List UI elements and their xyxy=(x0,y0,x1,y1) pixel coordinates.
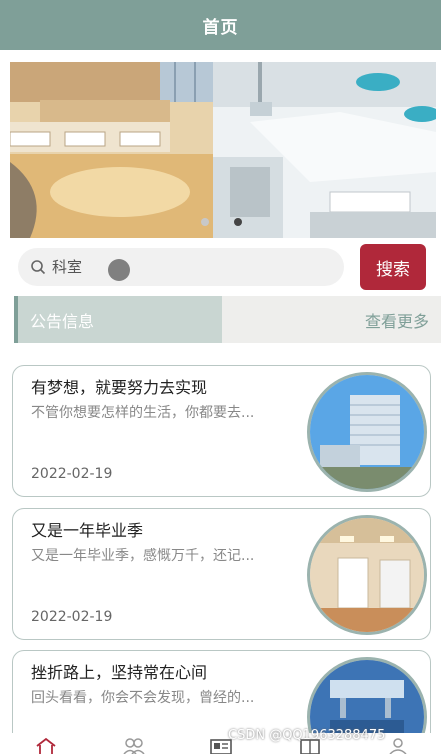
search-box[interactable] xyxy=(18,248,344,286)
touch-indicator xyxy=(108,259,130,281)
article-title: 挫折路上，坚持常在心间 xyxy=(31,663,208,682)
search-icon xyxy=(31,260,46,275)
search-input[interactable] xyxy=(52,258,252,276)
banner-image xyxy=(10,62,436,238)
article-excerpt: 回头看看，你会不会发现，曾经的... xyxy=(31,690,255,706)
article-thumbnail xyxy=(307,515,427,635)
article-date: 2022-02-19 xyxy=(31,609,113,625)
banner-dot-1[interactable] xyxy=(201,218,209,226)
article-title: 又是一年毕业季 xyxy=(31,521,144,540)
article-date: 2022-02-19 xyxy=(31,466,113,482)
article-title: 有梦想，就要努力去实现 xyxy=(31,378,208,397)
article-card[interactable]: 又是一年毕业季 又是一年毕业季，感慨万千，还记... 2022-02-19 xyxy=(12,508,431,640)
article-card[interactable]: 有梦想，就要努力去实现 不管你想要怎样的生活，你都要去... 2022-02-1… xyxy=(12,365,431,497)
article-excerpt: 又是一年毕业季，感慨万千，还记... xyxy=(31,548,255,564)
user-icon[interactable] xyxy=(386,737,410,754)
search-button[interactable]: 搜索 xyxy=(360,244,426,290)
banner-carousel[interactable] xyxy=(10,62,436,238)
page-title: 首页 xyxy=(202,17,239,38)
notice-title: 公告信息 xyxy=(30,312,95,331)
watermark: CSDN @QQ1963288475 xyxy=(228,728,386,743)
app-header: 首页 xyxy=(0,0,441,50)
article-thumbnail xyxy=(307,372,427,492)
notice-section-header: 公告信息 查看更多 xyxy=(14,296,441,343)
view-more-link[interactable]: 查看更多 xyxy=(365,308,429,332)
home-icon[interactable] xyxy=(34,737,58,754)
banner-dot-2[interactable] xyxy=(234,218,242,226)
people-icon[interactable] xyxy=(122,737,146,754)
search-row: 搜索 xyxy=(0,244,441,294)
article-excerpt: 不管你想要怎样的生活，你都要去... xyxy=(31,405,255,421)
